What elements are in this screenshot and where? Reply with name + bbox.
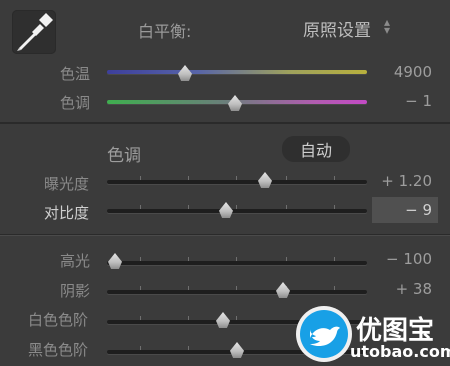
contrast-track[interactable] — [107, 209, 367, 213]
highlights-track[interactable] — [107, 261, 367, 265]
tick-mark — [286, 257, 287, 261]
temperature-label: 色温 — [60, 65, 91, 83]
tick-mark — [236, 205, 237, 209]
tick-mark — [140, 316, 141, 320]
temperature-value[interactable]: 4900 — [362, 63, 432, 81]
tick-mark — [188, 286, 189, 290]
bird-logo-icon — [300, 310, 348, 358]
highlights-label: 高光 — [60, 252, 91, 270]
tone-section-label: 色调 — [107, 146, 141, 166]
tick-mark — [334, 286, 335, 290]
exposure-track[interactable] — [107, 180, 367, 184]
tick-mark — [140, 176, 141, 180]
tick-mark — [236, 176, 237, 180]
highlights-value[interactable]: − 100 — [362, 250, 432, 268]
whites-label: 白色色阶 — [28, 311, 89, 329]
tick-mark — [334, 205, 335, 209]
tick-mark — [334, 257, 335, 261]
tick-mark — [236, 257, 237, 261]
section-divider — [0, 234, 450, 235]
tint-value[interactable]: − 1 — [362, 92, 432, 110]
tick-mark — [140, 257, 141, 261]
exposure-value[interactable]: + 1.20 — [362, 172, 432, 190]
shadows-label: 阴影 — [60, 282, 91, 300]
watermark-url: utobao.com — [350, 342, 450, 361]
contrast-label: 对比度 — [44, 204, 90, 222]
tick-mark — [188, 257, 189, 261]
shadows-value[interactable]: + 38 — [362, 280, 432, 298]
shadows-track[interactable] — [107, 290, 367, 294]
tick-mark — [140, 205, 141, 209]
white-balance-label: 白平衡: — [138, 22, 192, 41]
tick-mark — [188, 176, 189, 180]
contrast-value[interactable]: − 9 — [362, 201, 432, 219]
eyedropper-icon — [17, 13, 53, 51]
blacks-label: 黑色色阶 — [28, 341, 89, 359]
tick-mark — [140, 286, 141, 290]
white-balance-selector-button[interactable] — [12, 10, 56, 54]
white-balance-preset-select[interactable]: 原照设置 — [303, 16, 371, 41]
up-down-arrows-icon[interactable]: ▴ ▾ — [384, 16, 390, 36]
tick-mark — [188, 346, 189, 350]
tick-mark — [236, 316, 237, 320]
temperature-track[interactable] — [107, 70, 367, 74]
tick-mark — [286, 205, 287, 209]
tick-mark — [188, 205, 189, 209]
auto-tone-button[interactable]: 自动 — [282, 136, 350, 162]
tint-label: 色调 — [60, 94, 91, 112]
tick-mark — [140, 346, 141, 350]
tick-mark — [236, 286, 237, 290]
tick-mark — [188, 316, 189, 320]
tick-mark — [286, 176, 287, 180]
section-divider — [0, 122, 450, 124]
exposure-label: 曝光度 — [44, 175, 90, 193]
tick-mark — [334, 176, 335, 180]
